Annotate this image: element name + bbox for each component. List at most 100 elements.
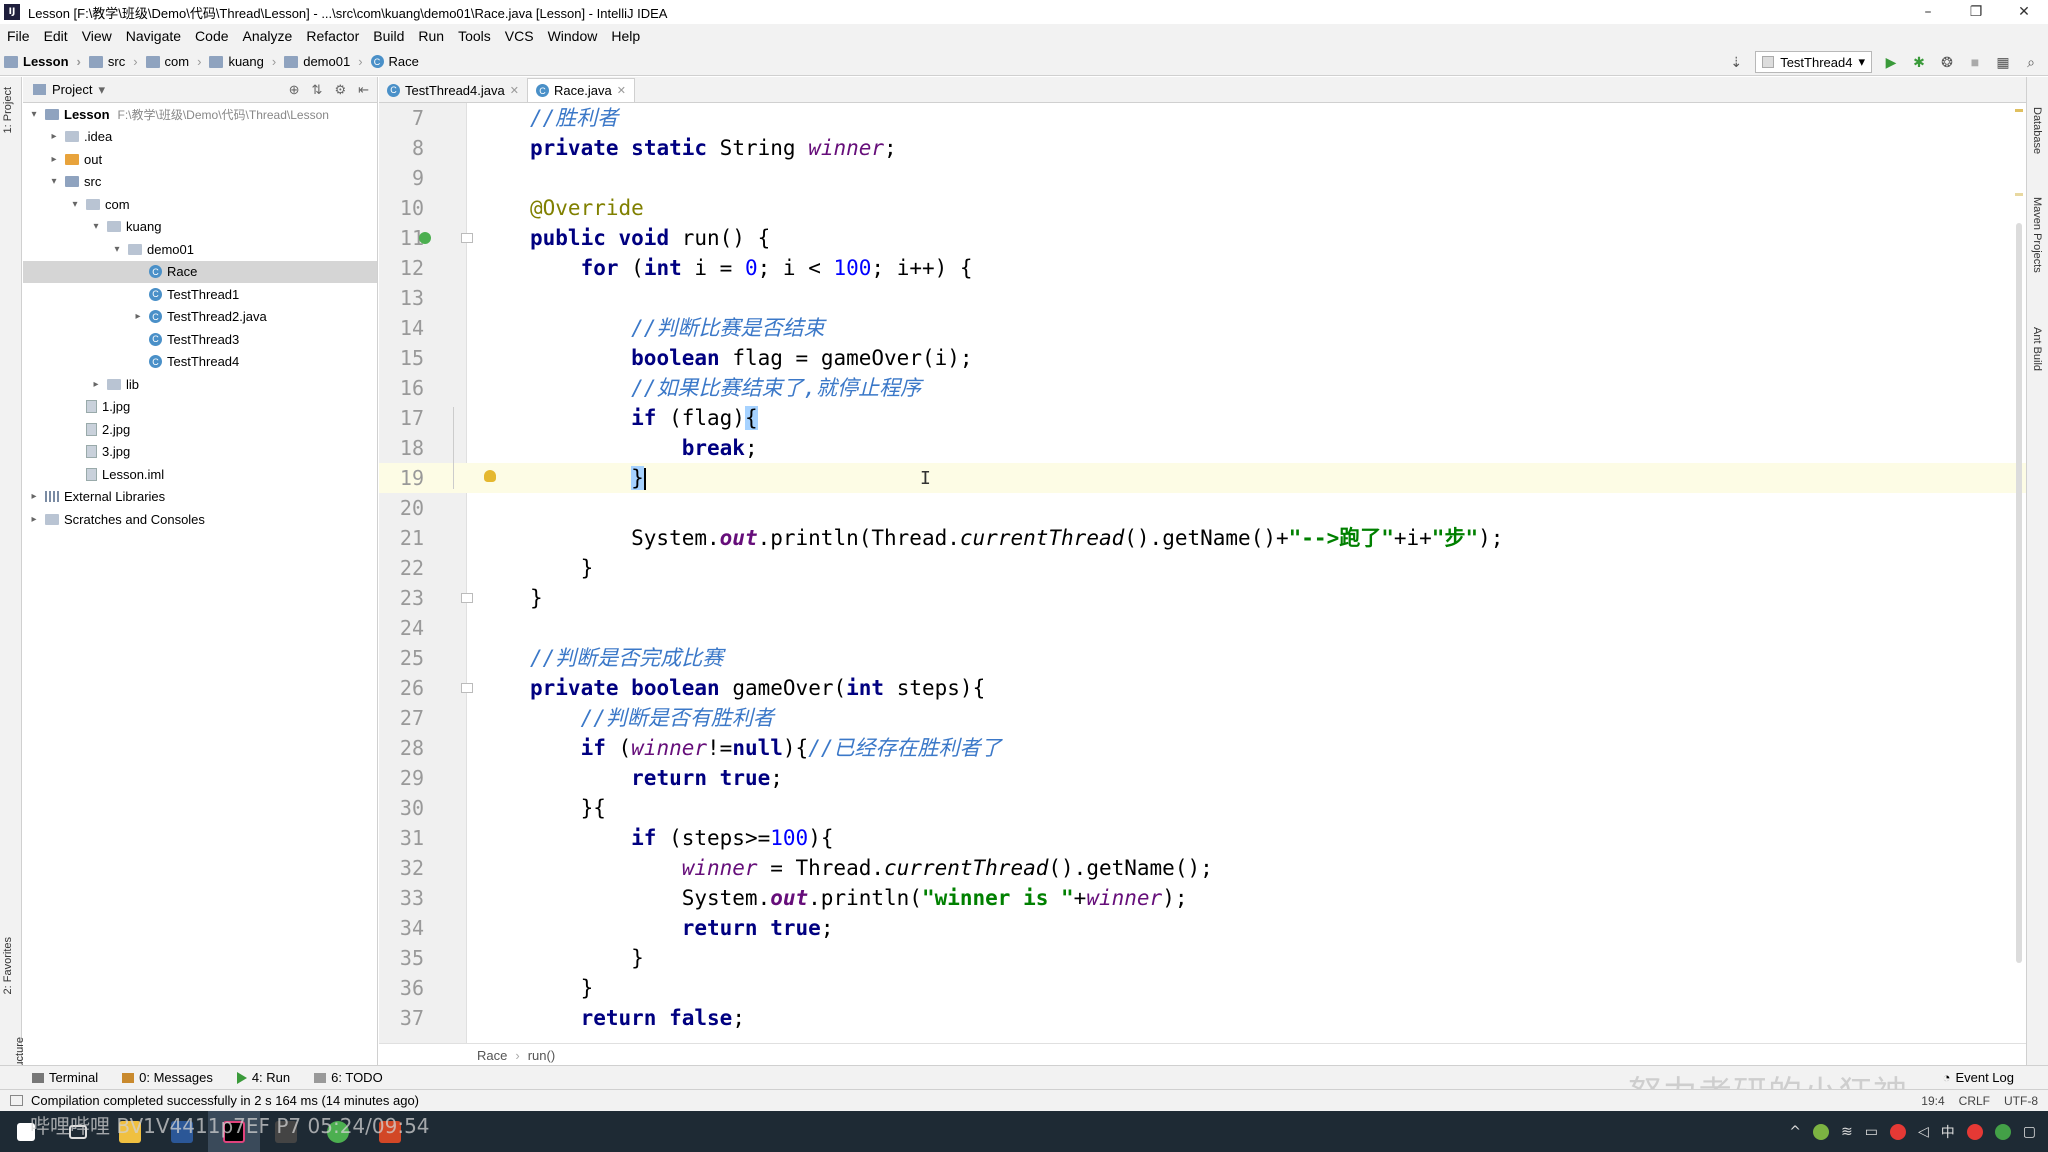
volume-icon[interactable]: ◁ — [1918, 1124, 1929, 1140]
code-line[interactable]: 16 //如果比赛结束了,就停止程序 — [379, 373, 2026, 403]
code-text[interactable]: return true; — [530, 763, 783, 793]
tree-node-1jpg[interactable]: 1.jpg — [23, 396, 377, 419]
crumb-race[interactable]: C Race — [367, 54, 423, 69]
tree-node-demo01[interactable]: ▾ demo01 — [23, 238, 377, 261]
code-text[interactable]: } — [530, 973, 594, 1003]
code-text[interactable]: private boolean gameOver(int steps){ — [530, 673, 985, 703]
code-text[interactable]: return true; — [530, 913, 834, 943]
code-text[interactable]: boolean flag = gameOver(i); — [530, 343, 972, 373]
messages-tool-button[interactable]: 0: Messages — [122, 1070, 213, 1085]
code-text[interactable]: //如果比赛结束了,就停止程序 — [530, 373, 921, 403]
code-line[interactable]: 27 //判断是否有胜利者 — [379, 703, 2026, 733]
todo-tool-button[interactable]: 6: TODO — [314, 1070, 383, 1085]
menu-code[interactable]: Code — [188, 28, 235, 44]
tree-node-scratches[interactable]: ▸ Scratches and Consoles — [23, 508, 377, 531]
code-line[interactable]: 21 System.out.println(Thread.currentThre… — [379, 523, 2026, 553]
code-line[interactable]: 7 //胜利者 — [379, 103, 2026, 133]
tab-project-tool[interactable]: 1: Project — [2, 87, 14, 133]
code-text[interactable]: //判断是否完成比赛 — [530, 643, 723, 673]
tree-node-testthread2[interactable]: ▸ C TestThread2.java — [23, 306, 377, 329]
chevron-down-icon[interactable]: ▾ — [98, 82, 105, 98]
warning-marker[interactable] — [2015, 109, 2023, 112]
close-tab-icon[interactable]: ✕ — [510, 84, 519, 97]
code-line[interactable]: 8 private static String winner; — [379, 133, 2026, 163]
menu-edit[interactable]: Edit — [37, 28, 75, 44]
caret-position[interactable]: 19:4 — [1921, 1094, 1944, 1108]
tree-node-idea[interactable]: ▸ .idea — [23, 126, 377, 149]
search-icon[interactable]: ⌕ — [2022, 53, 2040, 71]
tree-node-com[interactable]: ▾ com — [23, 193, 377, 216]
restore-button[interactable]: ❐ — [1952, 0, 2000, 24]
hide-panel-icon[interactable]: ⇤ — [358, 82, 369, 98]
code-text[interactable]: for (int i = 0; i < 100; i++) { — [530, 253, 973, 283]
menu-navigate[interactable]: Navigate — [119, 28, 188, 44]
code-line[interactable]: 37 return false; — [379, 1003, 2026, 1033]
tree-node-lesson-iml[interactable]: Lesson.iml — [23, 463, 377, 486]
tree-node-lesson[interactable]: ▾ Lesson F:\教学\班级\Demo\代码\Thread\Lesson — [23, 103, 377, 126]
tray-app-icon[interactable] — [1813, 1123, 1830, 1140]
code-line[interactable]: 19 } — [379, 463, 2026, 493]
code-text[interactable]: System.out.println("winner is "+winner); — [530, 883, 1188, 913]
fold-marker-icon[interactable] — [461, 593, 473, 603]
scrollbar-thumb[interactable] — [2016, 223, 2022, 963]
event-log-button[interactable]: ◔ Event Log — [1943, 1070, 2014, 1085]
code-editor[interactable]: 7 //胜利者 8 private static String winner; 9 10 @… — [379, 103, 2026, 1043]
code-text[interactable]: } — [530, 943, 644, 973]
tab-testthread4[interactable]: C TestThread4.java ✕ — [379, 78, 527, 102]
code-line[interactable]: 28 if (winner!=null){//已经存在胜利者了 — [379, 733, 2026, 763]
menu-tools[interactable]: Tools — [451, 28, 498, 44]
code-text[interactable]: } — [530, 553, 594, 583]
tree-node-testthread4[interactable]: C TestThread4 — [23, 351, 377, 374]
crumb-com[interactable]: com › — [142, 54, 206, 69]
code-line[interactable]: 32 winner = Thread.currentThread().getNa… — [379, 853, 2026, 883]
tab-favorites-tool[interactable]: 2: Favorites — [2, 937, 14, 994]
record-icon[interactable] — [1889, 1123, 1906, 1140]
collapse-all-icon[interactable]: ⇅ — [312, 82, 323, 98]
stop-icon[interactable]: ■ — [1966, 53, 1984, 71]
close-tab-icon[interactable]: ✕ — [617, 84, 626, 97]
close-button[interactable]: ✕ — [2000, 0, 2048, 24]
tray-badge-icon[interactable] — [1994, 1123, 2011, 1140]
tree-node-2jpg[interactable]: 2.jpg — [23, 418, 377, 441]
notification-icon[interactable]: ▢ — [2023, 1124, 2036, 1140]
input-method-icon[interactable]: 中 — [1941, 1122, 1955, 1142]
code-line[interactable]: 31 if (steps>=100){ — [379, 823, 2026, 853]
code-text[interactable]: //判断是否有胜利者 — [530, 703, 774, 733]
tab-maven-tool[interactable]: Maven Projects — [2031, 197, 2043, 273]
code-line[interactable]: 10 @Override — [379, 193, 2026, 223]
override-marker-icon[interactable] — [419, 232, 431, 244]
code-text[interactable]: //判断比赛是否结束 — [530, 313, 824, 343]
code-text[interactable]: private static String winner; — [530, 133, 897, 163]
menu-help[interactable]: Help — [604, 28, 647, 44]
code-text[interactable]: if (winner!=null){//已经存在胜利者了 — [530, 733, 1002, 763]
build-icon[interactable]: ⇣ — [1727, 53, 1745, 71]
battery-icon[interactable]: ▭ — [1865, 1124, 1878, 1140]
code-line[interactable]: 17 if (flag){ — [379, 403, 2026, 433]
menu-window[interactable]: Window — [541, 28, 605, 44]
code-line[interactable]: 24 — [379, 613, 2026, 643]
code-line[interactable]: 33 System.out.println("winner is "+winne… — [379, 883, 2026, 913]
menu-analyze[interactable]: Analyze — [236, 28, 300, 44]
wifi-icon[interactable]: ≋ — [1841, 1124, 1853, 1140]
crumb-demo01[interactable]: demo01 › — [280, 54, 366, 69]
tree-node-testthread3[interactable]: C TestThread3 — [23, 328, 377, 351]
line-separator[interactable]: CRLF — [1959, 1094, 1990, 1108]
run-icon[interactable]: ▶ — [1882, 53, 1900, 71]
menu-build[interactable]: Build — [366, 28, 411, 44]
file-encoding[interactable]: UTF-8 — [2004, 1094, 2038, 1108]
sogou-icon[interactable] — [1966, 1123, 1983, 1140]
code-text[interactable]: if (flag){ — [530, 403, 758, 433]
code-text[interactable]: }{ — [530, 793, 606, 823]
code-line[interactable]: 23} — [379, 583, 2026, 613]
tab-race[interactable]: C Race.java ✕ — [526, 78, 635, 102]
fold-marker-icon[interactable] — [461, 233, 473, 243]
chevron-up-icon[interactable]: ^ — [1789, 1124, 1801, 1140]
tree-node-external-libraries[interactable]: ▸ External Libraries — [23, 486, 377, 509]
code-line[interactable]: 13 — [379, 283, 2026, 313]
warning-marker[interactable] — [2015, 193, 2023, 196]
menu-file[interactable]: File — [0, 28, 37, 44]
tree-node-out[interactable]: ▸ out — [23, 148, 377, 171]
run-configuration-select[interactable]: TestThread4 ▾ — [1755, 51, 1872, 73]
breadcrumb-method[interactable]: run() — [528, 1048, 555, 1063]
tree-node-race[interactable]: C Race — [23, 260, 377, 283]
